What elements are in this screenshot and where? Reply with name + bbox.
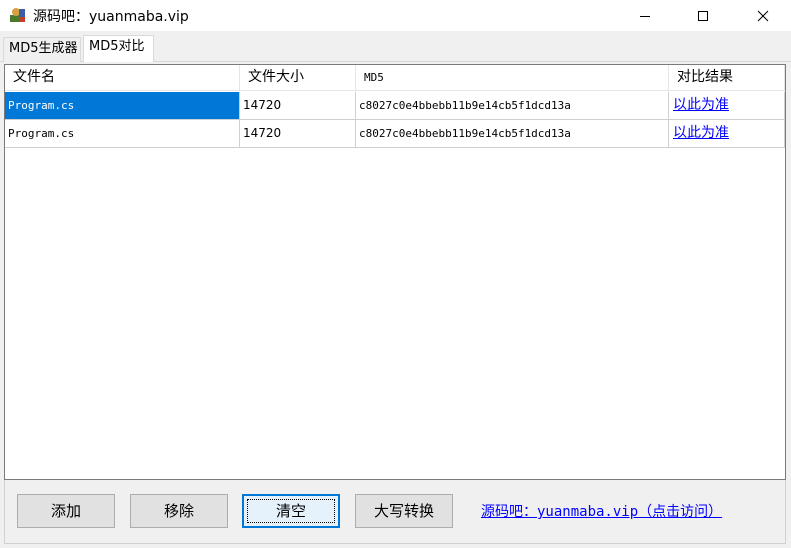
use-as-reference-link[interactable]: 以此为准 (669, 92, 785, 120)
add-button[interactable]: 添加 (17, 494, 115, 528)
table-row[interactable]: Program.cs 14720 c8027c0e4bbebb11b9e14cb… (5, 120, 785, 148)
column-header-filesize[interactable]: 文件大小 (240, 65, 356, 91)
site-link[interactable]: 源码吧：yuanmaba.vip（点击访问） (481, 501, 722, 521)
file-list[interactable]: 文件名 文件大小 MD5 对比结果 Program.cs 14720 c8027… (4, 64, 786, 480)
cell-filesize: 14720 (240, 120, 356, 148)
cell-filename[interactable]: Program.cs (5, 120, 240, 148)
title-bar: 源码吧：yuanmaba.vip (0, 0, 791, 31)
use-as-reference-link[interactable]: 以此为准 (669, 120, 785, 148)
cell-filename[interactable]: Program.cs (5, 92, 240, 120)
cell-md5: c8027c0e4bbebb11b9e14cb5f1dcd13a (356, 92, 669, 120)
maximize-button[interactable] (680, 0, 726, 31)
app-icon (9, 6, 27, 24)
tab-md5-generator[interactable]: MD5生成器 (3, 37, 81, 62)
list-header: 文件名 文件大小 MD5 对比结果 (5, 65, 785, 91)
window-title: 源码吧：yuanmaba.vip (33, 9, 189, 25)
minimize-icon (640, 15, 650, 17)
column-header-md5[interactable]: MD5 (356, 65, 669, 91)
minimize-button[interactable] (622, 0, 668, 31)
close-button[interactable] (740, 0, 786, 31)
remove-button[interactable]: 移除 (130, 494, 228, 528)
column-header-result[interactable]: 对比结果 (669, 65, 785, 91)
cell-filesize: 14720 (240, 92, 356, 120)
close-icon (757, 10, 769, 21)
table-row[interactable]: Program.cs 14720 c8027c0e4bbebb11b9e14cb… (5, 92, 785, 120)
tab-md5-compare[interactable]: MD5对比 (83, 35, 154, 62)
column-header-filename[interactable]: 文件名 (5, 65, 240, 91)
clear-button[interactable]: 清空 (242, 494, 340, 528)
cell-md5: c8027c0e4bbebb11b9e14cb5f1dcd13a (356, 120, 669, 148)
maximize-icon (698, 10, 708, 21)
uppercase-button[interactable]: 大写转换 (355, 494, 453, 528)
